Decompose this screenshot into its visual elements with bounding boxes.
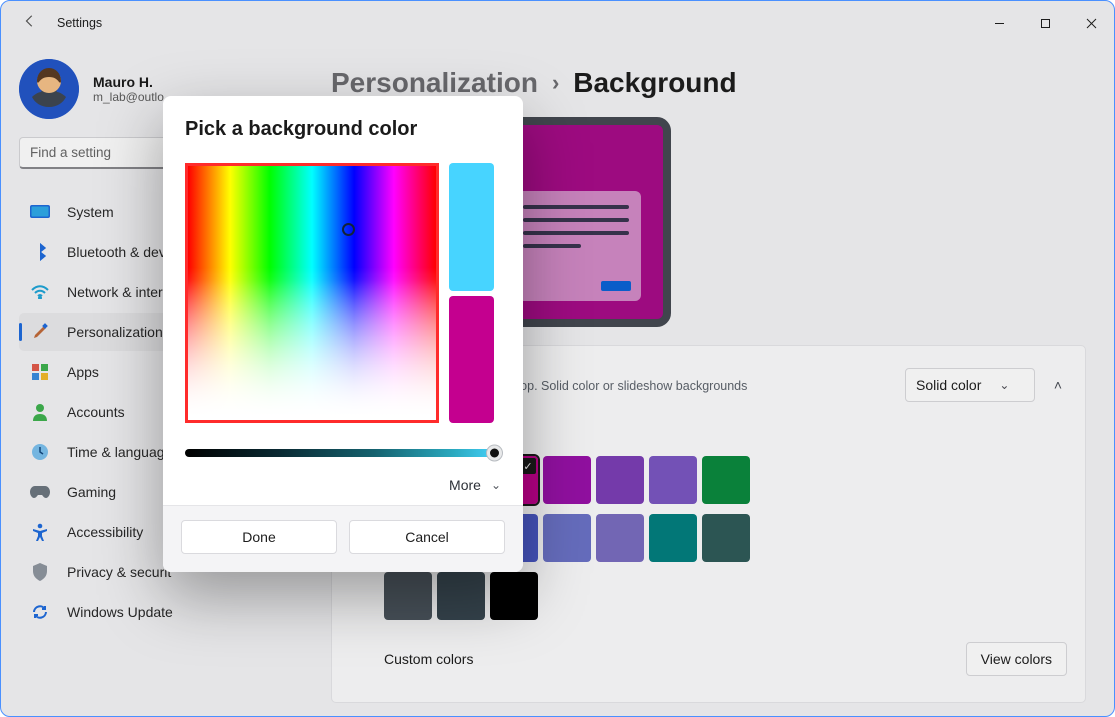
window-title: Settings <box>57 16 102 30</box>
chevron-down-icon: ⌄ <box>491 478 501 492</box>
value-slider-thumb[interactable] <box>487 446 502 461</box>
minimize-button[interactable] <box>976 1 1022 45</box>
view-colors-button[interactable]: View colors <box>966 642 1067 676</box>
color-swatch[interactable] <box>596 514 644 562</box>
color-swatch[interactable] <box>543 514 591 562</box>
avatar <box>19 59 79 119</box>
color-swatch[interactable] <box>702 514 750 562</box>
person-icon <box>29 401 51 423</box>
apps-icon <box>29 361 51 383</box>
more-toggle[interactable]: More ⌄ <box>185 477 501 493</box>
profile-name: Mauro H. <box>93 74 164 90</box>
color-picker-dialog: Pick a background color More ⌄ Done Canc… <box>163 96 523 572</box>
color-swatch[interactable] <box>543 456 591 504</box>
shield-icon <box>29 561 51 583</box>
maximize-button[interactable] <box>1022 1 1068 45</box>
chevron-down-icon: ⌄ <box>999 378 1009 392</box>
color-preview-stack <box>449 163 494 423</box>
nav-windows-update[interactable]: Windows Update <box>19 593 295 631</box>
breadcrumb-parent[interactable]: Personalization <box>331 67 538 99</box>
value-slider[interactable] <box>185 449 501 457</box>
bluetooth-icon <box>29 241 51 263</box>
preview-window-illustration <box>511 191 641 301</box>
color-preview-new <box>449 296 494 424</box>
cancel-button[interactable]: Cancel <box>349 520 505 554</box>
dialog-title: Pick a background color <box>185 118 501 141</box>
gamepad-icon <box>29 481 51 503</box>
close-button[interactable] <box>1068 1 1114 45</box>
wifi-icon <box>29 281 51 303</box>
collapse-toggle[interactable]: ˄ <box>1049 377 1067 393</box>
done-button[interactable]: Done <box>181 520 337 554</box>
color-swatch[interactable] <box>649 456 697 504</box>
color-swatch[interactable] <box>384 572 432 620</box>
color-swatch[interactable] <box>702 456 750 504</box>
brush-icon <box>29 321 51 343</box>
custom-colors-label: Custom colors <box>384 651 473 667</box>
hue-saturation-field[interactable] <box>185 163 439 423</box>
color-field-thumb[interactable] <box>342 223 355 236</box>
back-icon[interactable] <box>23 14 37 32</box>
titlebar: Settings <box>1 1 1114 45</box>
globe-clock-icon <box>29 441 51 463</box>
breadcrumb-current: Background <box>573 67 736 99</box>
color-preview-current <box>449 163 494 291</box>
color-swatch[interactable] <box>649 514 697 562</box>
chevron-right-icon: › <box>552 70 559 96</box>
system-icon <box>29 201 51 223</box>
update-icon <box>29 601 51 623</box>
background-type-select[interactable]: Solid color ⌄ <box>905 368 1035 402</box>
color-swatch[interactable] <box>437 572 485 620</box>
color-swatch[interactable] <box>490 572 538 620</box>
breadcrumb: Personalization › Background <box>331 67 1086 99</box>
profile-email: m_lab@outlo <box>93 90 164 104</box>
settings-window: Settings <box>0 0 1115 717</box>
accessibility-icon <box>29 521 51 543</box>
color-swatch[interactable] <box>596 456 644 504</box>
